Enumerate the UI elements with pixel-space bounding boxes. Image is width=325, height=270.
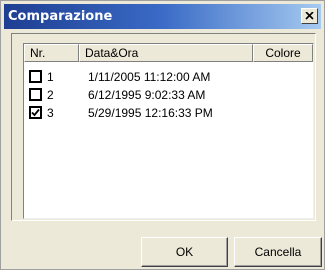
row-datetime: 1/11/2005 11:12:00 AM bbox=[88, 70, 211, 84]
row-checkbox-1[interactable] bbox=[29, 70, 42, 83]
column-header-datetime[interactable]: Data&Ora bbox=[79, 44, 253, 62]
close-icon bbox=[305, 12, 314, 20]
column-header-color[interactable]: Colore bbox=[253, 44, 313, 62]
dialog-window: Comparazione Nr. Data&Ora Colore 1 1/11/… bbox=[0, 0, 325, 270]
row-datetime: 5/29/1995 12:16:33 PM bbox=[88, 106, 213, 120]
list-row-1[interactable]: 1 1/11/2005 11:12:00 AM bbox=[24, 68, 313, 86]
list-rows: 1 1/11/2005 11:12:00 AM 2 6/12/1995 9:02… bbox=[24, 68, 313, 122]
window-title: Comparazione bbox=[8, 9, 113, 24]
column-header-nr[interactable]: Nr. bbox=[24, 44, 79, 62]
comparison-list[interactable]: Nr. Data&Ora Colore 1 1/11/2005 11:12:00… bbox=[23, 43, 314, 219]
row-number: 2 bbox=[47, 88, 54, 102]
list-row-3[interactable]: 3 5/29/1995 12:16:33 PM bbox=[24, 104, 313, 122]
row-checkbox-3[interactable] bbox=[29, 106, 42, 119]
list-header: Nr. Data&Ora Colore bbox=[24, 44, 313, 62]
row-datetime: 6/12/1995 9:02:33 AM bbox=[88, 88, 206, 102]
list-row-2[interactable]: 2 6/12/1995 9:02:33 AM bbox=[24, 86, 313, 104]
checkmark-icon bbox=[31, 108, 40, 117]
close-button[interactable] bbox=[301, 8, 318, 24]
row-number: 1 bbox=[47, 70, 54, 84]
row-checkbox-2[interactable] bbox=[29, 88, 42, 101]
cancel-button[interactable]: Cancella bbox=[234, 237, 322, 267]
ok-button[interactable]: OK bbox=[141, 237, 228, 267]
row-number: 3 bbox=[47, 106, 54, 120]
title-bar[interactable]: Comparazione bbox=[4, 4, 321, 29]
